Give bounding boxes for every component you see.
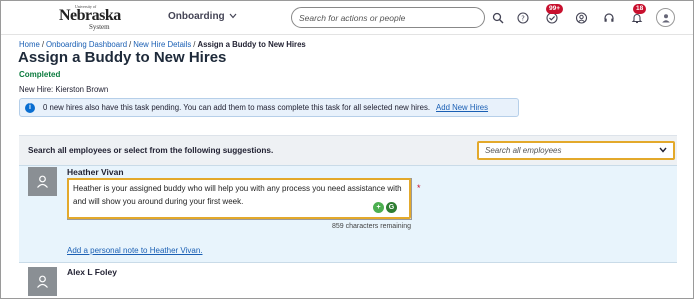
breadcrumb-home[interactable]: Home [19, 40, 40, 49]
headset-icon[interactable] [601, 10, 617, 26]
module-label: Onboarding [168, 11, 225, 22]
search-section-label: Search all employees or select from the … [28, 146, 274, 155]
chevron-down-icon [229, 11, 237, 22]
suggestion-name[interactable]: Heather Vivan [67, 167, 124, 177]
characters-remaining: 859 characters remaining [332, 223, 411, 230]
profile-photo-placeholder [28, 267, 57, 296]
page-title: Assign a Buddy to New Hires [18, 49, 227, 66]
breadcrumb-current: Assign a Buddy to New Hires [197, 40, 306, 49]
breadcrumb: Home / Onboarding Dashboard / New Hire Detai… [19, 40, 306, 49]
page-frame: University of Nebraska System Onboarding… [0, 0, 694, 299]
new-hire-name: New Hire: Kierston Brown [19, 85, 109, 94]
suggestion-row[interactable] [19, 263, 677, 298]
people-icon[interactable] [573, 10, 589, 26]
module-switcher[interactable]: Onboarding [168, 11, 237, 22]
personal-note-textarea[interactable]: Heather is your assigned buddy who will … [67, 178, 411, 219]
info-banner-text: 0 new hires also have this task pending.… [43, 103, 431, 112]
add-new-hires-link[interactable]: Add New Hires [436, 103, 488, 112]
chevron-down-icon [659, 146, 667, 155]
status-text: Completed [19, 70, 61, 79]
assistant-plus-icon[interactable]: + [373, 202, 384, 213]
assistant-check-icon[interactable]: G [386, 202, 397, 213]
help-icon[interactable]: ? [515, 10, 531, 26]
svg-text:?: ? [521, 15, 525, 23]
writing-assistant-icons[interactable]: + G [373, 202, 397, 213]
logo-sub: System [89, 23, 110, 31]
user-avatar[interactable] [656, 8, 675, 27]
approvals-badge: 99+ [546, 4, 564, 14]
suggestion-name[interactable]: Alex L Foley [67, 267, 117, 277]
info-icon: i [25, 102, 35, 113]
required-asterisk: * [417, 183, 421, 193]
info-banner: i 0 new hires also have this task pendin… [19, 98, 519, 117]
breadcrumb-onboarding-dashboard[interactable]: Onboarding Dashboard [46, 40, 127, 49]
add-personal-note-link[interactable]: Add a personal note to Heather Vivan. [67, 246, 203, 255]
nebraska-logo[interactable]: University of Nebraska System [59, 4, 121, 32]
employee-search-select[interactable]: Search all employees [477, 141, 675, 160]
employee-search-placeholder: Search all employees [485, 146, 562, 155]
notifications-badge: 18 [633, 4, 647, 14]
global-search-input[interactable]: Search for actions or people [291, 7, 485, 28]
search-icon[interactable] [490, 10, 506, 26]
profile-photo-placeholder [28, 167, 57, 196]
top-header: University of Nebraska System Onboarding… [1, 1, 693, 35]
breadcrumb-new-hire-details[interactable]: New Hire Details [133, 40, 191, 49]
